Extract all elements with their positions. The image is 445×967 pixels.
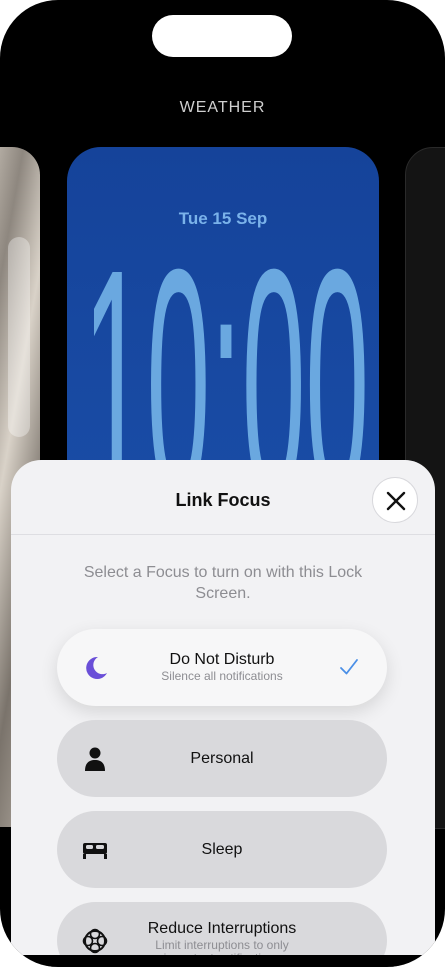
focus-option-subtitle: Silence all notifications	[161, 669, 283, 683]
wallpaper-style-label: WEATHER	[179, 99, 266, 116]
checkmark-icon	[340, 659, 358, 675]
focus-option-label: Reduce Interruptions	[147, 920, 297, 937]
phone-screen: WEATHER Tue 15 Sep 10:00 Link Focus Sele…	[0, 0, 445, 967]
close-button[interactable]	[372, 477, 418, 523]
focus-option-label: Personal	[190, 750, 254, 767]
dynamic-island	[152, 15, 292, 57]
link-focus-sheet: Link Focus Select a Focus to turn on wit…	[11, 460, 435, 967]
focus-option-do-not-disturb[interactable]: Do Not Disturb Silence all notifications	[57, 629, 387, 706]
focus-option-sleep[interactable]: Sleep	[57, 811, 387, 888]
lockscreen-time: 10:00	[83, 217, 369, 477]
screen-bottom-edge	[0, 955, 445, 967]
sheet-prompt: Select a Focus to turn on with this Lock…	[83, 564, 363, 602]
focus-option-label: Sleep	[201, 841, 243, 858]
close-icon	[386, 491, 406, 511]
sheet-divider	[11, 534, 435, 535]
focus-option-personal[interactable]: Personal	[57, 720, 387, 797]
focus-option-label: Do Not Disturb	[169, 651, 275, 668]
lockscreen-time-text: 10:00	[83, 217, 369, 477]
